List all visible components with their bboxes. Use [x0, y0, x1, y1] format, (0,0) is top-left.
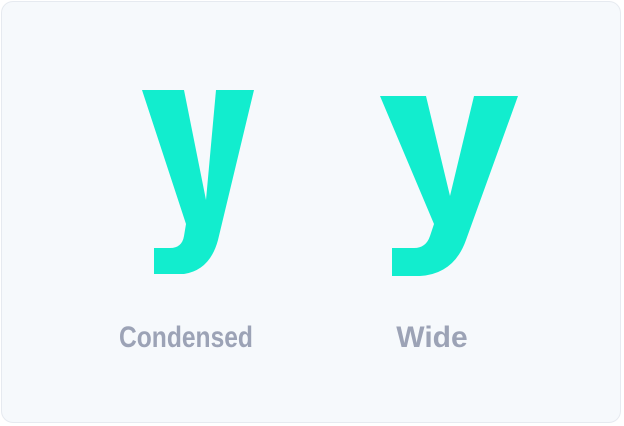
wide-label: Wide: [396, 321, 468, 354]
wide-y-glyph: [380, 96, 518, 276]
condensed-y-shape: [142, 90, 254, 274]
specimen-card: Condensed Wide: [1, 1, 621, 423]
wide-y-shape: [380, 96, 518, 276]
condensed-label: Condensed: [119, 321, 253, 354]
condensed-y-glyph: [142, 90, 254, 274]
